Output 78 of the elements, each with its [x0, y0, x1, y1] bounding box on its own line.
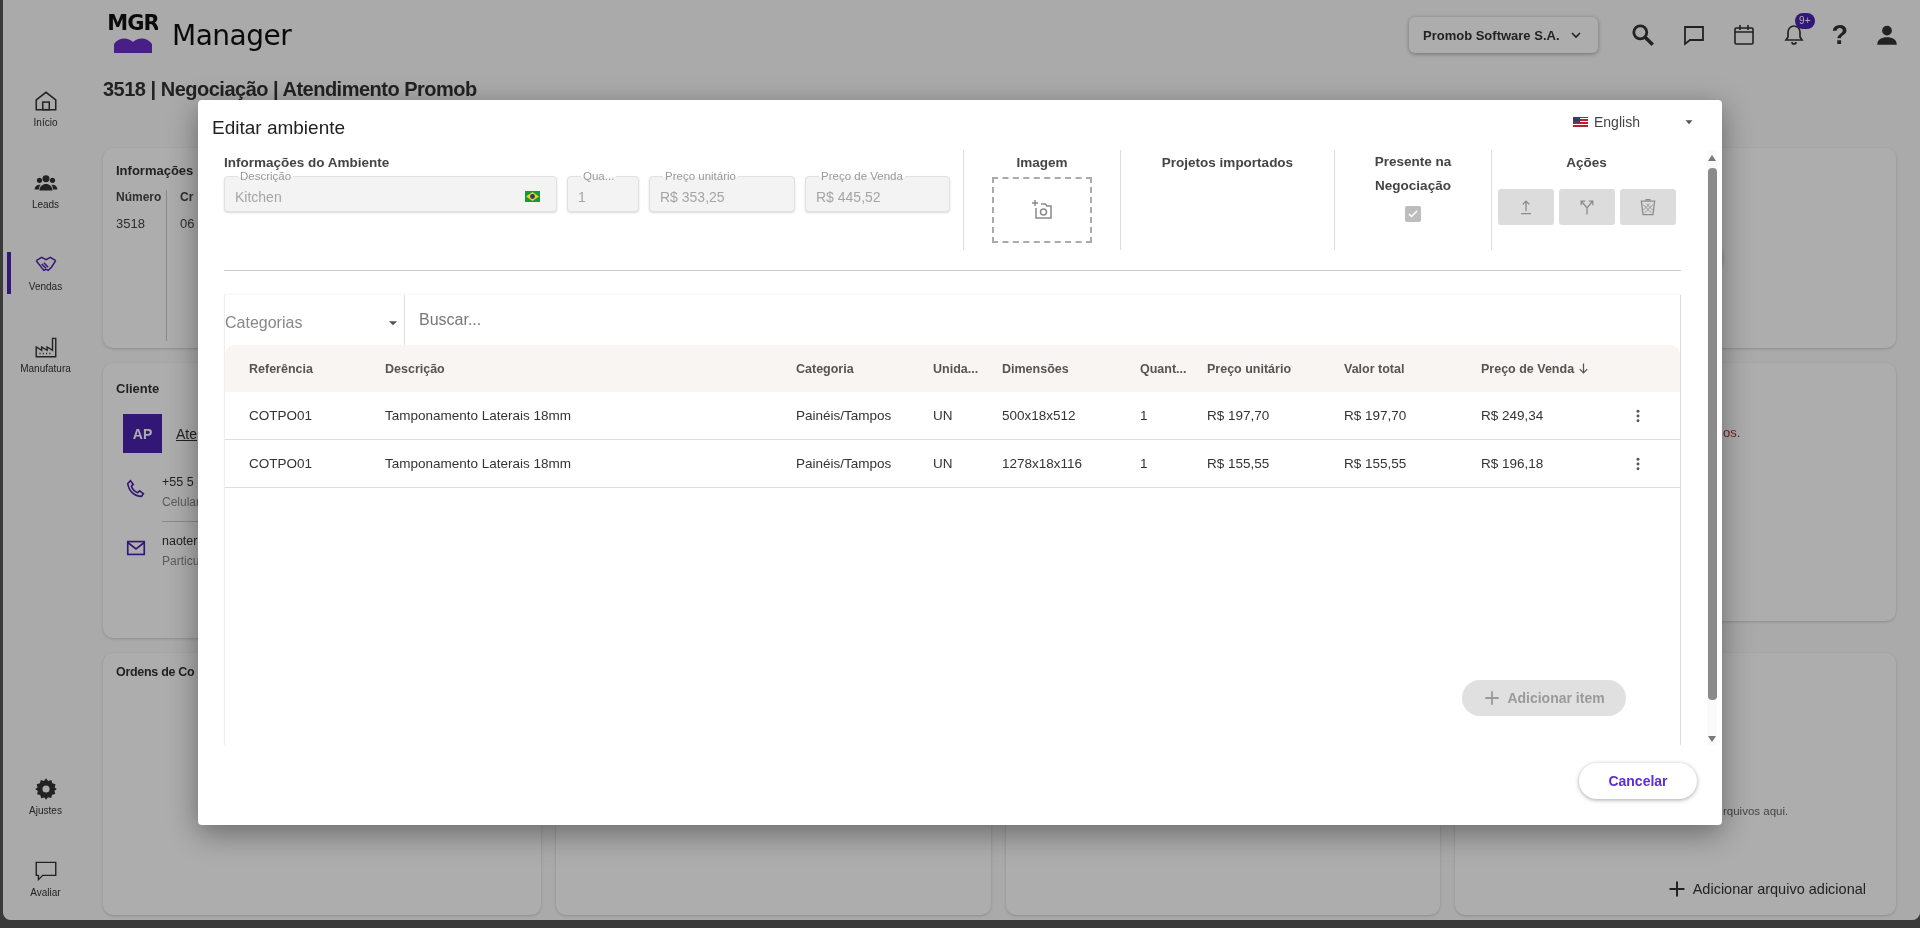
notification-badge: 9+ [1795, 13, 1815, 29]
sidebar-item[interactable]: Manufatura [3, 334, 88, 376]
plus-icon [1483, 689, 1502, 707]
sidebar-item[interactable]: Leads [3, 170, 88, 212]
sidebar-item[interactable]: Vendas [7, 252, 88, 294]
page-title: 3518 | Negociação | Atendimento Promob [103, 77, 478, 102]
table-cell: R$ 196,18 [1481, 456, 1544, 471]
language-select[interactable]: English [1573, 114, 1696, 130]
phone-icon [125, 478, 147, 500]
field-label: Número [116, 190, 163, 204]
avatar: AP [123, 414, 162, 453]
category-select[interactable]: Categorias [225, 295, 405, 345]
table-cell: COTPO01 [249, 408, 313, 423]
table-cell: Tamponamento Laterais 18mm [385, 456, 572, 471]
table-cell: Painéis/Tampos [796, 456, 892, 471]
column-header[interactable]: Preço de Venda [1481, 361, 1592, 376]
section-title: Ações [1566, 154, 1607, 172]
search-field[interactable]: Buscar... [405, 295, 1680, 345]
table-cell: 1278x18x116 [1002, 456, 1083, 471]
table-cell: R$ 249,34 [1481, 408, 1544, 423]
section-title: Imagem [1016, 154, 1068, 172]
table-cell: UN [933, 408, 953, 423]
flag-icon [525, 191, 540, 202]
section-title: Informações do Ambiente [224, 154, 391, 172]
dialog-title: Editar ambiente [212, 117, 346, 139]
table-cell: UN [933, 456, 953, 471]
cancel-button[interactable]: Cancelar [1579, 763, 1697, 799]
table-cell: 1 [1140, 456, 1148, 471]
column-header[interactable]: Preço unitário [1207, 361, 1292, 376]
column-header[interactable]: Valor total [1344, 361, 1405, 376]
company-select[interactable]: Promob Software S.A. [1408, 17, 1598, 53]
table-cell: Tamponamento Laterais 18mm [385, 408, 572, 423]
card-title: Cliente [116, 381, 161, 396]
scrollbar[interactable] [1707, 150, 1717, 745]
flag-icon [1573, 117, 1588, 127]
column-header[interactable]: Quant... [1140, 361, 1187, 376]
checkmark-icon [1407, 208, 1419, 220]
search-icon[interactable] [1629, 22, 1656, 48]
card-title: Informações [116, 163, 195, 178]
scroll-down-icon[interactable] [1707, 735, 1717, 743]
logo-text: MGR [108, 11, 158, 35]
table-cell: COTPO01 [249, 456, 313, 471]
client-link[interactable]: Ate [176, 425, 197, 442]
section-title: Presente na Negociação [1373, 153, 1453, 195]
contact-type: Celular [162, 495, 201, 509]
field-value: 06 [180, 216, 196, 231]
sidebar-item[interactable]: Ajustes [3, 776, 88, 818]
column-header[interactable]: Referência [249, 361, 313, 376]
column-header[interactable]: Descrição [385, 361, 445, 376]
chat-icon[interactable] [1681, 23, 1706, 47]
sidebar-item[interactable]: Avaliar [3, 858, 88, 900]
section-title: Projetos importados [1161, 154, 1294, 172]
table-cell: Painéis/Tampos [796, 408, 892, 423]
table-cell: R$ 155,55 [1344, 456, 1407, 471]
column-header[interactable]: Unida... [933, 361, 979, 376]
column-header[interactable]: Dimensões [1002, 361, 1069, 376]
sidebar-item[interactable]: Início [3, 88, 88, 130]
table-cell: R$ 155,55 [1207, 456, 1270, 471]
files-hint: rquivos aqui. [1723, 805, 1790, 817]
add-file-button[interactable]: Adicionar arquivo adicional [1666, 875, 1866, 903]
table-cell: 500x18x512 [1002, 408, 1076, 423]
table-cell: R$ 197,70 [1344, 408, 1407, 423]
table-cell: 1 [1140, 408, 1148, 423]
note-text: os. [1723, 425, 1742, 440]
card-title: Ordens de Co [116, 665, 196, 679]
add-photo-icon [1030, 198, 1054, 222]
app-title: Manager [172, 18, 292, 52]
contact-value: naoter [162, 534, 199, 548]
logo-shape-icon [113, 37, 153, 53]
column-header[interactable]: Categoria [796, 361, 854, 376]
contact-value: +55 5 [162, 475, 195, 489]
field-value: 3518 [116, 216, 146, 231]
image-upload-box[interactable] [992, 177, 1092, 243]
calendar-icon[interactable] [1731, 23, 1756, 47]
field-label: Cr [180, 190, 195, 204]
scroll-up-icon[interactable] [1707, 154, 1717, 162]
help-button[interactable]: ? [1831, 19, 1848, 51]
table-cell: R$ 197,70 [1207, 408, 1270, 423]
